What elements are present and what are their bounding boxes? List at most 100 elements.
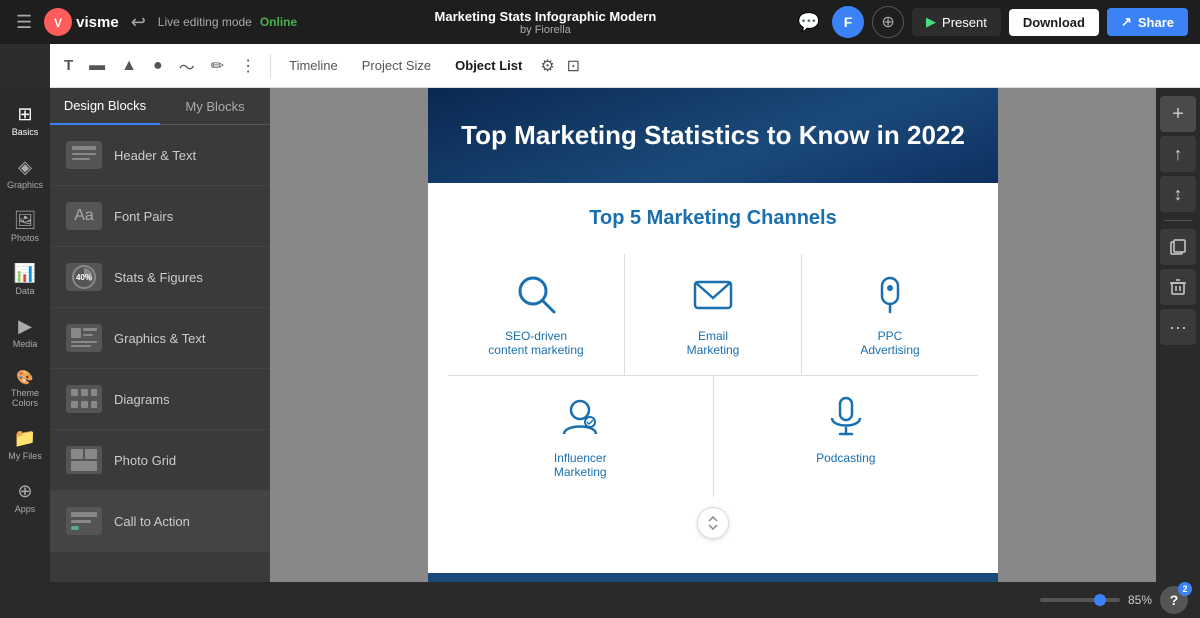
left-panel: Design Blocks My Blocks Header & Text Aa — [50, 88, 270, 582]
graphics-text-icon — [66, 324, 102, 352]
panel-item-photo-grid[interactable]: Photo Grid — [50, 430, 270, 491]
photos-label: Photos — [11, 233, 39, 243]
influencer-icon — [558, 394, 602, 441]
top-bar: ☰ V visme ↩ Live editing mode Online Mar… — [0, 0, 1200, 44]
zoom-slider-thumb — [1094, 594, 1106, 606]
more-tools-button[interactable]: ⋮ — [234, 52, 262, 80]
my-blocks-tab[interactable]: My Blocks — [160, 88, 270, 124]
play-icon: ▶ — [926, 14, 936, 30]
scroll-indicator[interactable] — [697, 507, 729, 539]
project-size-tab[interactable]: Project Size — [352, 52, 441, 79]
secondary-toolbar: T ▬ ▲ ● 〜 ✏ ⋮ Timeline Project Size Obje… — [50, 44, 1200, 88]
project-subtitle: by Fiorella — [307, 24, 783, 36]
triangle-tool-button[interactable]: ▲ — [115, 53, 143, 79]
svg-text:V: V — [54, 16, 62, 30]
podcasting-icon — [824, 394, 868, 441]
share-icon: ↗ — [1121, 14, 1132, 30]
sidebar-item-files[interactable]: 📁 My Files — [2, 420, 48, 469]
help-button[interactable]: ? 2 — [1160, 586, 1188, 614]
delete-button[interactable] — [1160, 269, 1196, 305]
download-button[interactable]: Download — [1009, 9, 1099, 36]
panel-tabs: Design Blocks My Blocks — [50, 88, 270, 125]
stats-svg: 40% — [71, 264, 97, 290]
channel-influencer-name: InfluencerMarketing — [554, 451, 607, 479]
header-text-svg — [72, 146, 96, 164]
channel-influencer: InfluencerMarketing — [448, 376, 713, 497]
sidebar-item-media[interactable]: ▶ Media — [2, 308, 48, 357]
top-bar-right: 💬 F ⊕ ▶ Present Download ↗ Share — [794, 6, 1188, 38]
resize-button[interactable]: ↕ — [1160, 176, 1196, 212]
present-label: Present — [942, 15, 987, 30]
icon-sidebar: ⊞ Basics ◈ Graphics 🖼 Photos 📊 Data ▶ Me… — [0, 88, 50, 582]
sidebar-item-theme[interactable]: 🎨 Theme Colors — [2, 361, 48, 416]
svg-text:40%: 40% — [76, 273, 92, 282]
top-bar-left: ☰ V visme ↩ Live editing mode Online — [12, 8, 297, 37]
panel-item-header-text-label: Header & Text — [114, 148, 196, 163]
text-tool-button[interactable]: T — [58, 53, 79, 78]
duplicate-button[interactable] — [1160, 229, 1196, 265]
zoom-level: 85% — [1128, 593, 1152, 607]
channel-email: EmailMarketing — [624, 254, 801, 375]
present-button[interactable]: ▶ Present — [912, 8, 1001, 36]
seo-icon — [514, 272, 558, 319]
toolbar-divider — [270, 54, 271, 78]
trash-icon — [1169, 278, 1187, 296]
channel-seo: SEO-drivencontent marketing — [448, 254, 624, 375]
design-blocks-tab[interactable]: Design Blocks — [50, 88, 160, 125]
sidebar-item-apps[interactable]: ⊕ Apps — [2, 473, 48, 522]
project-title: Marketing Stats Infographic Modern — [307, 9, 783, 24]
panel-item-header-text[interactable]: Header & Text — [50, 125, 270, 186]
panel-items-list: Header & Text Aa Font Pairs 40% Stat — [50, 125, 270, 582]
infographic-title: Top Marketing Statistics to Know in 2022 — [448, 118, 978, 153]
pen-tool-button[interactable]: ✏ — [205, 52, 230, 80]
object-list-tab[interactable]: Object List — [445, 52, 532, 79]
sidebar-item-data[interactable]: 📊 Data — [2, 255, 48, 304]
panel-item-stats[interactable]: 40% Stats & Figures — [50, 247, 270, 308]
avatar-button[interactable]: F — [832, 6, 864, 38]
move-up-button[interactable]: ↑ — [1160, 136, 1196, 172]
canvas-area: Top Marketing Statistics to Know in 2022… — [270, 88, 1156, 582]
fullscreen-button[interactable]: ⊡ — [563, 52, 584, 80]
add-people-button[interactable]: ⊕ — [872, 6, 904, 38]
channels-bottom-row: InfluencerMarketing Podcasting — [448, 376, 978, 497]
panel-item-font-pairs[interactable]: Aa Font Pairs — [50, 186, 270, 247]
channel-email-name: EmailMarketing — [687, 329, 740, 357]
channel-seo-name: SEO-drivencontent marketing — [488, 329, 583, 357]
timeline-tab[interactable]: Timeline — [279, 52, 348, 79]
panel-item-graphics-text[interactable]: Graphics & Text — [50, 308, 270, 369]
rect-tool-button[interactable]: ▬ — [83, 53, 111, 79]
media-icon: ▶ — [18, 316, 32, 337]
add-element-button[interactable]: + — [1160, 96, 1196, 132]
hamburger-button[interactable]: ☰ — [12, 8, 36, 37]
share-button[interactable]: ↗ Share — [1107, 8, 1188, 36]
undo-button[interactable]: ↩ — [127, 8, 150, 37]
zoom-slider[interactable] — [1040, 598, 1120, 602]
apps-label: Apps — [15, 504, 36, 514]
panel-item-cta-label: Call to Action — [114, 514, 190, 529]
curve-tool-button[interactable]: 〜 — [173, 50, 201, 82]
photos-icon: 🖼 — [14, 210, 37, 231]
main-layout: ⊞ Basics ◈ Graphics 🖼 Photos 📊 Data ▶ Me… — [0, 88, 1200, 582]
marketing-channels-section: Top 5 Marketing Channels SEO-drivenconte… — [428, 183, 998, 573]
files-label: My Files — [8, 451, 42, 461]
sidebar-item-photos[interactable]: 🖼 Photos — [2, 202, 48, 251]
visme-logo: V visme — [44, 8, 119, 36]
social-media-section: 10 Most Popular Social Media Platforms B… — [428, 573, 998, 582]
basics-label: Basics — [12, 127, 39, 137]
channel-ppc-name: PPCAdvertising — [860, 329, 919, 357]
scroll-arrows-icon — [705, 515, 721, 531]
visme-logo-icon: V — [44, 8, 72, 36]
sidebar-item-basics[interactable]: ⊞ Basics — [2, 96, 48, 145]
diagrams-icon — [66, 385, 102, 413]
settings-button[interactable]: ⚙ — [536, 52, 558, 80]
duplicate-icon — [1169, 238, 1187, 256]
sidebar-item-graphics[interactable]: ◈ Graphics — [2, 149, 48, 198]
circle-tool-button[interactable]: ● — [147, 53, 169, 79]
comment-button[interactable]: 💬 — [794, 8, 824, 37]
font-pairs-symbol: Aa — [74, 207, 94, 225]
panel-item-cta[interactable]: Call to Action — [50, 491, 270, 552]
apps-icon: ⊕ — [17, 481, 32, 502]
panel-item-diagrams[interactable]: Diagrams — [50, 369, 270, 430]
font-pairs-icon: Aa — [66, 202, 102, 230]
more-options-button[interactable]: ··· — [1160, 309, 1196, 345]
